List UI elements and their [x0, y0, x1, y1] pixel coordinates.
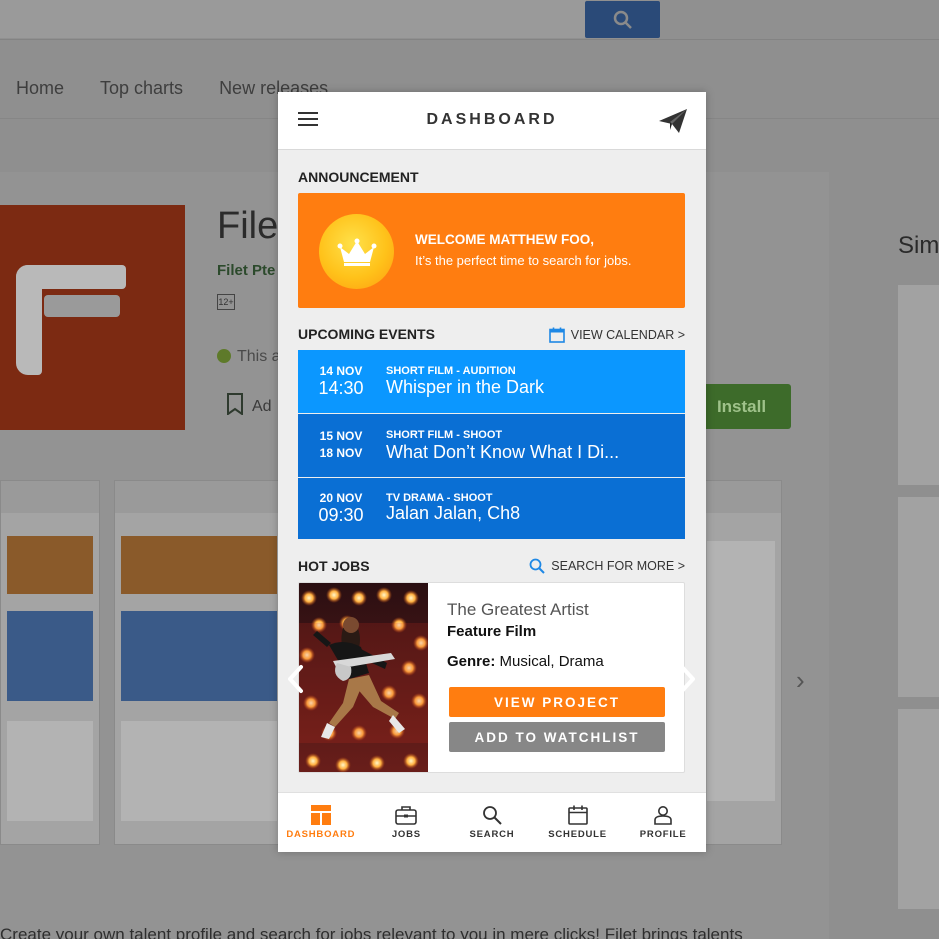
similar-apps-heading: Sim: [898, 232, 939, 259]
announcement-banner[interactable]: WELCOME MATTHEW FOO, It’s the perfect ti…: [298, 193, 685, 308]
calendar-icon: [567, 805, 588, 825]
tab-label: PROFILE: [639, 829, 687, 840]
event-date-start: 15 NOV: [319, 429, 363, 443]
store-description: Create your own talent profile and searc…: [0, 925, 743, 939]
bookmark-icon: [227, 393, 243, 416]
job-poster-image: [299, 583, 428, 772]
tab-label: SCHEDULE: [548, 829, 607, 840]
store-screenshot: [114, 480, 284, 845]
event-date: 15 NOV 18 NOV: [298, 429, 384, 460]
hot-jobs-heading: HOT JOBS: [298, 558, 370, 574]
app-logo: [0, 205, 185, 430]
event-type: SHORT FILM - SHOOT: [386, 429, 503, 441]
search-for-more-label: SEARCH FOR MORE >: [551, 559, 685, 573]
event-name: What Don’t Know What I Di...: [386, 442, 620, 462]
event-date-time: 14:30: [318, 378, 364, 398]
search-icon: [529, 558, 546, 574]
event-date-day: 14 NOV: [319, 364, 363, 378]
store-screenshot: [700, 480, 782, 845]
hot-job-card: The Greatest Artist Feature Film Genre: …: [298, 582, 685, 773]
view-calendar-label: VIEW CALENDAR >: [570, 328, 685, 342]
view-project-button[interactable]: VIEW PROJECT: [449, 687, 665, 717]
guitarist-illustration: [299, 583, 428, 772]
chevron-right-icon: ›: [796, 665, 805, 695]
person-icon: [654, 806, 672, 825]
store-search-box: [0, 0, 586, 38]
event-date-day: 20 NOV: [319, 491, 363, 505]
app-header: DASHBOARD: [278, 92, 706, 150]
briefcase-icon: [395, 806, 418, 825]
info-icon: [217, 349, 231, 363]
bottom-tab-bar: DASHBOARD JOBS SEARCH SCHEDULE PROFILE: [278, 792, 706, 852]
tab-dashboard[interactable]: DASHBOARD: [278, 793, 364, 852]
search-icon: [613, 10, 632, 29]
event-item[interactable]: 20 NOV 09:30 TV DRAMA - SHOOT Jalan Jala…: [298, 478, 685, 539]
event-item[interactable]: 14 NOV 14:30 SHORT FILM - AUDITION Whisp…: [298, 350, 685, 413]
job-genre-value: Musical, Drama: [499, 653, 604, 670]
event-date: 14 NOV 14:30: [298, 364, 384, 399]
announcement-heading: ANNOUNCEMENT: [298, 169, 419, 185]
similar-app-card: [898, 497, 939, 697]
store-nav-home: Home: [16, 77, 65, 98]
phone-dashboard: DASHBOARD ANNOUNCEMENT WELCOME MATTHEW F…: [278, 92, 706, 852]
add-to-watchlist-button[interactable]: ADD TO WATCHLIST: [449, 722, 665, 752]
view-calendar-link[interactable]: VIEW CALENDAR >: [548, 327, 685, 343]
job-genre-label: Genre:: [447, 653, 496, 670]
job-title: The Greatest Artist: [447, 600, 589, 619]
dashboard-icon: [310, 805, 331, 825]
store-search-button: [585, 1, 660, 38]
paper-plane-icon[interactable]: [658, 108, 688, 134]
store-wishlist: Ad: [226, 393, 272, 416]
store-screenshot: [0, 480, 100, 845]
tab-label: JOBS: [391, 829, 421, 840]
event-date: 20 NOV 09:30: [298, 491, 384, 526]
chevron-left-icon[interactable]: [286, 664, 306, 694]
similar-app-card: [898, 285, 939, 485]
announcement-subtext: It’s the perfect time to search for jobs…: [415, 253, 632, 268]
search-icon: [483, 806, 502, 825]
store-nav-top-charts: Top charts: [100, 77, 184, 98]
page-title: DASHBOARD: [426, 111, 558, 128]
store-developer: Filet Pte: [217, 262, 276, 279]
tab-label: DASHBOARD: [286, 829, 356, 840]
calendar-icon: [548, 327, 565, 343]
event-date-end: 18 NOV: [319, 446, 363, 460]
tab-label: SEARCH: [469, 829, 515, 840]
event-type: SHORT FILM - AUDITION: [386, 365, 516, 377]
event-item[interactable]: 15 NOV 18 NOV SHORT FILM - SHOOT What Do…: [298, 414, 685, 477]
crown-badge: [319, 214, 394, 289]
event-name: Jalan Jalan, Ch8: [386, 503, 521, 523]
tab-search[interactable]: SEARCH: [449, 793, 535, 852]
tab-jobs[interactable]: JOBS: [364, 793, 450, 852]
crown-icon: [337, 238, 376, 266]
search-for-more-link[interactable]: SEARCH FOR MORE >: [529, 558, 685, 574]
event-date-time: 09:30: [318, 505, 364, 525]
tab-profile[interactable]: PROFILE: [620, 793, 706, 852]
tab-schedule[interactable]: SCHEDULE: [535, 793, 621, 852]
event-name: Whisper in the Dark: [386, 377, 545, 397]
store-wishlist-label: Ad: [252, 398, 272, 415]
store-notice-text: This a: [237, 348, 281, 365]
install-button: Install: [692, 384, 791, 429]
store-top-bar: [0, 0, 939, 40]
job-genre: Genre: Musical, Drama: [447, 653, 604, 670]
store-notice: This a: [217, 348, 281, 366]
similar-app-card: [898, 709, 939, 909]
content-rating-badge: 12+: [217, 294, 235, 310]
job-type: Feature Film: [447, 623, 537, 640]
upcoming-events-heading: UPCOMING EVENTS: [298, 326, 435, 342]
announcement-title: WELCOME MATTHEW FOO,: [415, 232, 594, 247]
chevron-right-icon[interactable]: [677, 664, 697, 694]
